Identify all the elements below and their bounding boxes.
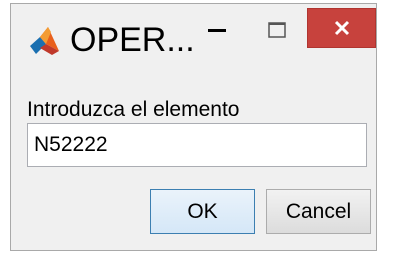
cancel-button[interactable]: Cancel — [266, 189, 371, 234]
maximize-button[interactable] — [247, 4, 307, 56]
maximize-icon — [268, 22, 286, 38]
matlab-icon — [30, 27, 59, 55]
close-icon — [334, 20, 349, 36]
minimize-icon — [208, 29, 226, 32]
prompt-label: Introduzca el elemento — [27, 98, 240, 121]
window-title: OPER... — [70, 21, 195, 59]
minimize-button[interactable] — [187, 4, 247, 56]
ok-button[interactable]: OK — [150, 189, 255, 234]
dialog-window: OPER... Introduzca el elemento OK Cancel — [10, 3, 377, 251]
dialog-content: Introduzca el elemento OK Cancel — [11, 79, 376, 250]
element-input[interactable] — [27, 123, 367, 167]
close-button[interactable] — [307, 8, 376, 48]
title-bar[interactable]: OPER... — [11, 4, 376, 79]
